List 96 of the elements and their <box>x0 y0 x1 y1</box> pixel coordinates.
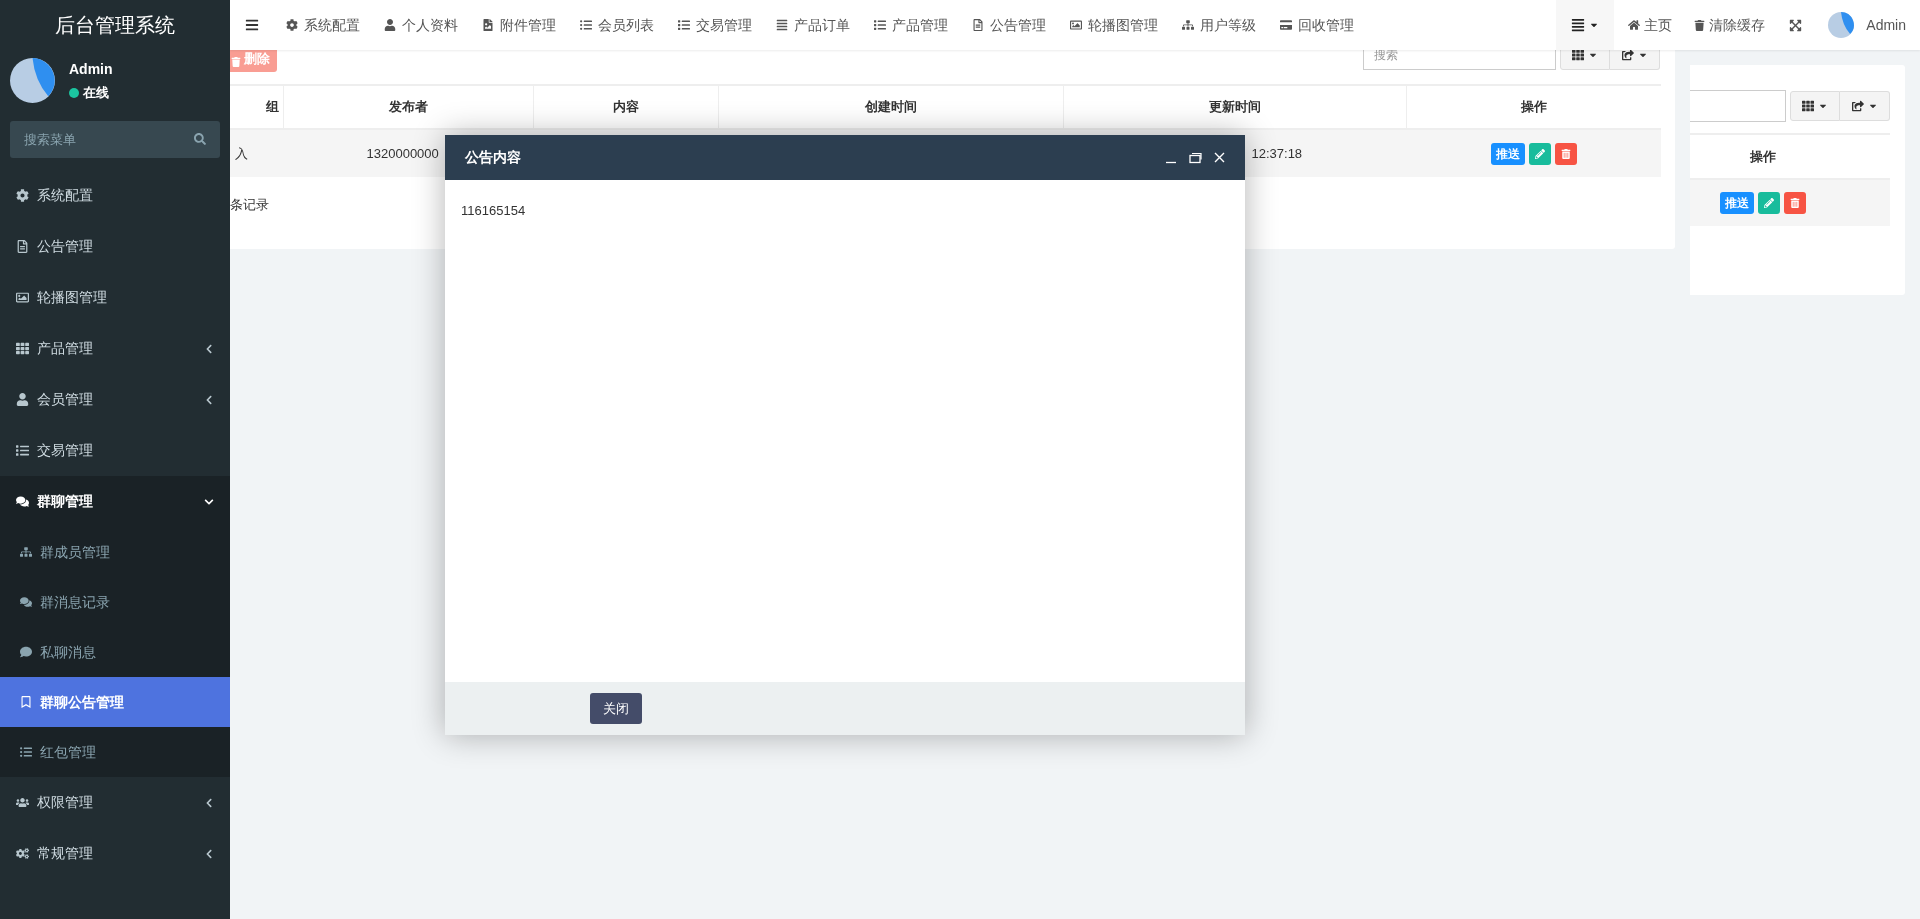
chevron-left-icon <box>204 848 214 859</box>
column-header: 组 <box>230 85 284 129</box>
fullscreen-icon <box>1789 18 1803 32</box>
nav-link[interactable]: 附件管理 <box>470 0 568 50</box>
menu-item[interactable]: 系统配置 <box>0 170 230 221</box>
gears-icon <box>16 847 29 860</box>
bookmark-icon <box>20 696 32 708</box>
list-icon <box>678 19 690 31</box>
nav-link[interactable]: 会员列表 <box>568 0 666 50</box>
nav-link[interactable]: 公告管理 <box>960 0 1058 50</box>
table-cell: 入 <box>234 145 248 161</box>
user-name: Admin <box>69 59 113 79</box>
document-icon <box>16 240 29 253</box>
image-icon <box>16 291 29 304</box>
trash-icon <box>1790 198 1800 208</box>
dialog-title: 公告内容 <box>465 148 522 167</box>
image-file-icon <box>482 19 494 31</box>
column-header: 内容 <box>533 85 719 129</box>
home-icon <box>1628 19 1641 31</box>
menu-item[interactable]: 交易管理 <box>0 425 230 476</box>
column-header: 发布者 <box>283 85 534 129</box>
delete-button[interactable] <box>1554 142 1577 165</box>
nav-link[interactable]: 回收管理 <box>1268 0 1366 50</box>
clear-cache-link[interactable]: 清除缓存 <box>1686 0 1774 50</box>
home-link[interactable]: 主页 <box>1614 0 1687 50</box>
list-icon <box>16 444 29 457</box>
users-icon <box>16 796 29 809</box>
gear-icon <box>286 19 298 31</box>
announcement-text: 116165154 <box>461 203 526 218</box>
column-header: 更新时间 <box>1063 85 1407 129</box>
export-icon <box>1621 50 1634 61</box>
menu-search-field[interactable]: 搜索菜单 <box>10 121 220 158</box>
nav-link[interactable]: 交易管理 <box>666 0 764 50</box>
more-menu-button[interactable] <box>1556 0 1615 50</box>
nav-link[interactable]: 个人资料 <box>372 0 470 50</box>
list-icon <box>20 746 32 758</box>
menu-item[interactable]: 产品管理 <box>0 323 230 374</box>
delete-button[interactable] <box>1784 192 1806 214</box>
credit-card-icon <box>1280 19 1292 31</box>
nav-link[interactable]: 产品订单 <box>764 0 862 50</box>
user-icon <box>384 19 396 31</box>
table-cell: 1320000000 <box>366 145 439 161</box>
menu-lines-icon <box>776 19 788 31</box>
menu-item[interactable]: 轮播图管理 <box>0 272 230 323</box>
pencil-icon <box>1534 148 1545 159</box>
user-icon <box>16 393 29 406</box>
column-header: 操作 <box>1406 85 1661 129</box>
search-icon <box>194 133 206 145</box>
nav-link[interactable]: 系统配置 <box>274 0 372 50</box>
user-status: 在线 <box>83 83 109 102</box>
close-icon[interactable] <box>1214 152 1225 163</box>
columns-button[interactable] <box>1790 91 1840 121</box>
user-menu[interactable]: Admin <box>1818 0 1920 50</box>
trash-icon <box>231 57 241 67</box>
trash-icon <box>1560 148 1571 159</box>
avatar-icon <box>1828 12 1855 38</box>
grid-icon <box>1572 50 1584 61</box>
nav-link[interactable]: 产品管理 <box>862 0 960 50</box>
maximize-icon[interactable] <box>1189 151 1202 164</box>
close-button[interactable]: 关闭 <box>590 693 642 724</box>
sitemap-icon <box>20 546 32 558</box>
menu-item[interactable]: 常规管理 <box>0 828 230 879</box>
export-button[interactable] <box>1840 91 1890 121</box>
gear-icon <box>16 189 29 202</box>
menu-lines-icon <box>1571 18 1586 32</box>
chevron-down-icon <box>204 496 214 507</box>
nav-link[interactable]: 用户等级 <box>1170 0 1268 50</box>
menu-item[interactable]: 权限管理 <box>0 777 230 828</box>
sitemap-icon <box>1182 19 1194 31</box>
pencil-icon <box>1764 198 1774 208</box>
app-title: 后台管理系统 <box>55 13 175 38</box>
record-count: 条记录 <box>230 197 269 212</box>
document-icon <box>972 19 984 31</box>
image-icon <box>1070 19 1082 31</box>
nav-link[interactable]: 轮播图管理 <box>1058 0 1170 50</box>
table-cell: 12:37:18 <box>1251 145 1303 161</box>
speech-bubble-icon <box>20 646 32 658</box>
chevron-left-icon <box>204 394 214 405</box>
export-icon <box>1851 100 1864 112</box>
grid-icon <box>1802 100 1814 112</box>
column-header: 操作 <box>1690 134 1890 179</box>
list-icon <box>874 19 886 31</box>
menu-icon <box>245 18 259 32</box>
submenu-item[interactable]: 群聊公告管理 <box>0 677 230 727</box>
chat-icon <box>16 495 29 508</box>
chevron-left-icon <box>204 343 214 354</box>
column-header: 创建时间 <box>718 85 1064 129</box>
menu-item[interactable]: 群聊管理 <box>0 476 230 527</box>
grid-icon <box>16 342 29 355</box>
trash-icon <box>1694 19 1706 31</box>
chat-icon <box>20 596 32 608</box>
list-icon <box>580 19 592 31</box>
menu-item[interactable]: 会员管理 <box>0 374 230 425</box>
avatar-icon <box>10 58 55 103</box>
menu-item[interactable]: 公告管理 <box>0 221 230 272</box>
chevron-left-icon <box>204 797 214 808</box>
